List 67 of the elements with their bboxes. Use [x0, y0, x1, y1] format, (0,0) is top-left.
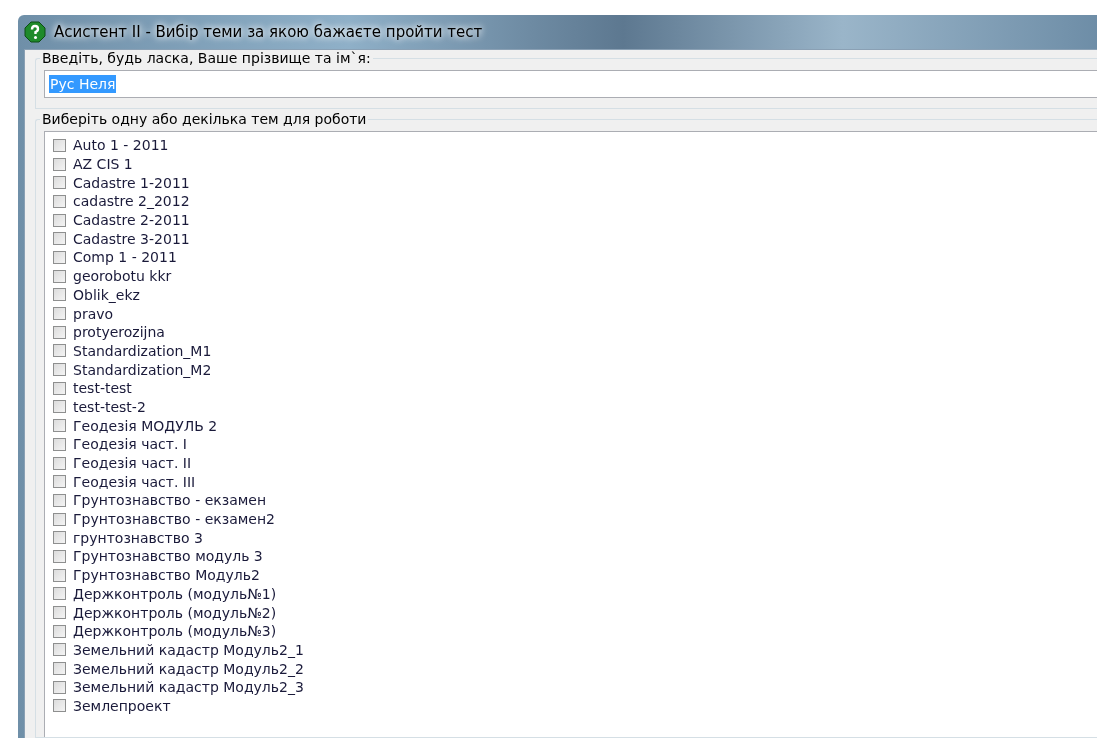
checkbox[interactable] [53, 232, 66, 246]
checkbox[interactable] [53, 493, 66, 507]
topic-label: georobotu kkr [73, 269, 172, 284]
topic-label: Держконтроль (модуль№1) [73, 586, 277, 601]
topic-label: Геодезія част. II [73, 456, 192, 471]
topic-label: test-test-2 [73, 399, 146, 414]
checkbox[interactable] [53, 587, 66, 601]
topic-label: pravo [73, 306, 114, 321]
checkbox[interactable] [53, 269, 66, 283]
checkbox[interactable] [53, 381, 66, 395]
topic-label: Держконтроль (модуль№3) [73, 624, 277, 639]
checkbox[interactable] [53, 363, 66, 377]
checkbox[interactable] [53, 680, 66, 694]
topics-group-label: Виберіть одну або декілька тем для роботи [40, 111, 369, 127]
topic-label: Держконтроль (модуль№2) [73, 605, 277, 620]
checkbox[interactable] [53, 624, 66, 638]
checkbox[interactable] [53, 643, 66, 657]
checkbox[interactable] [53, 606, 66, 620]
topic-label: Грунтознавство - екзамен [73, 493, 267, 508]
topic-label: Oblik_ekz [73, 287, 140, 302]
name-group-label: Введіть, будь ласка, Ваше прізвище та ім`я: [40, 50, 373, 66]
checkbox[interactable] [53, 549, 66, 563]
checkbox[interactable] [53, 419, 66, 433]
topic-label: Cadastre 1-2011 [73, 175, 190, 190]
topic-label: Грунтознавство - екзамен2 [73, 512, 275, 527]
topic-label: Геодезія част. III [73, 474, 196, 489]
topic-label: Геодезія част. I [73, 437, 187, 452]
window-title: Асистент II - Вибір теми за якою бажаєте пройти тест [54, 23, 483, 41]
topic-label: грунтознавство 3 [73, 530, 203, 545]
checkbox[interactable] [53, 531, 66, 545]
topic-label: Грунтознавство модуль 3 [73, 549, 263, 564]
checkbox[interactable] [53, 250, 66, 264]
topic-label: AZ CIS 1 [73, 157, 133, 172]
topic-label: Землепроект [73, 698, 171, 713]
topic-label: Cadastre 3-2011 [73, 231, 190, 246]
name-input-field[interactable]: Рус Неля [44, 70, 1097, 98]
checkbox[interactable] [53, 400, 66, 414]
topic-label: cadastre 2_2012 [73, 194, 190, 209]
checkbox[interactable] [53, 194, 66, 208]
topic-label: Геодезія МОДУЛЬ 2 [73, 418, 218, 433]
topic-label: Земельний кадастр Модуль2_1 [73, 642, 304, 657]
topic-label: Standardization_M1 [73, 343, 212, 358]
topic-label: Грунтознавство Модуль2 [73, 568, 260, 583]
checkbox[interactable] [53, 475, 66, 489]
checkbox[interactable] [53, 699, 66, 713]
topic-label: Standardization_M2 [73, 362, 212, 377]
checkbox[interactable] [53, 437, 66, 451]
checkbox[interactable] [53, 213, 66, 227]
help-icon [24, 21, 46, 43]
topic-label: Auto 1 - 2011 [73, 138, 169, 153]
checkbox[interactable] [53, 662, 66, 676]
checkbox[interactable] [53, 157, 66, 171]
checkbox[interactable] [53, 307, 66, 321]
topic-label: Земельний кадастр Модуль2_3 [73, 680, 304, 695]
checkbox[interactable] [53, 176, 66, 190]
checkbox[interactable] [53, 568, 66, 582]
checkbox[interactable] [53, 138, 66, 152]
checkbox[interactable] [53, 288, 66, 302]
topic-label: Земельний кадастр Модуль2_2 [73, 661, 304, 676]
topic-label: Cadastre 2-2011 [73, 213, 190, 228]
checkbox[interactable] [53, 456, 66, 470]
topic-label: test-test [73, 381, 132, 396]
topic-label: Comp 1 - 2011 [73, 250, 177, 265]
checkbox[interactable] [53, 325, 66, 339]
checkbox[interactable] [53, 344, 66, 358]
checkbox[interactable] [53, 512, 66, 526]
topic-label: protyerozijna [73, 325, 165, 340]
